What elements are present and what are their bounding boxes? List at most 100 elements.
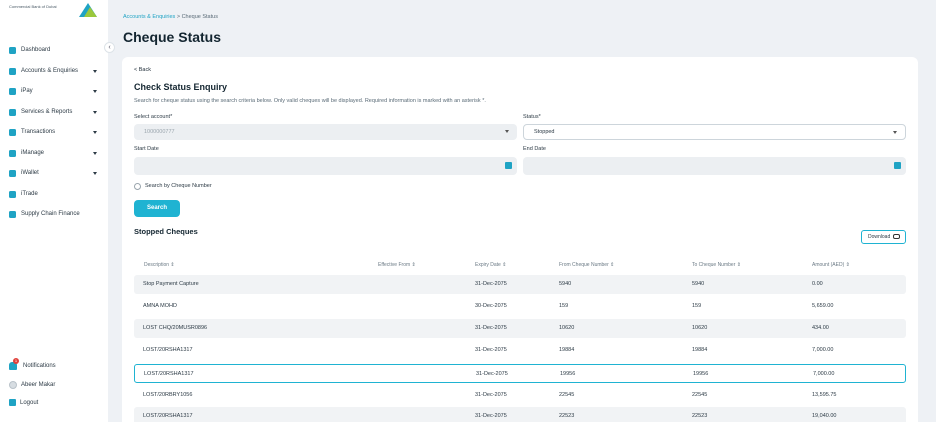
cell-amount: 434.00	[812, 325, 829, 331]
account-select: 1000000777	[134, 124, 517, 140]
sidebar-item-label: Transactions	[21, 129, 56, 135]
search-button[interactable]: Search	[134, 200, 180, 217]
notification-badge: 1	[13, 358, 19, 364]
column-header-effective-from[interactable]: Effective From ⇕	[378, 262, 416, 268]
cell-expiry: 31-Dec-2075	[475, 325, 507, 331]
sidebar-item-itrade[interactable]: iTrade	[9, 187, 99, 201]
sidebar-item-transactions[interactable]: Transactions	[9, 125, 99, 139]
back-link[interactable]: < Back	[134, 67, 151, 73]
cell-expiry: 30-Dec-2075	[475, 303, 507, 309]
notifications-label: Notifications	[23, 363, 56, 369]
cell-amount: 19,040.00	[812, 413, 837, 419]
itrade-icon	[9, 190, 16, 198]
logo-mark-icon	[79, 3, 97, 17]
page-title: Cheque Status	[123, 29, 222, 45]
cell-from: 19956	[560, 371, 576, 377]
end-date-field[interactable]	[523, 157, 906, 175]
cell-to: 19884	[692, 347, 708, 353]
avatar	[9, 381, 17, 389]
logo-text: Commercial Bank of Dubai	[9, 4, 57, 9]
services-icon	[9, 108, 16, 116]
cell-amount: 7,000.00	[813, 371, 835, 377]
breadcrumb-parent[interactable]: Accounts & Enquiries	[123, 14, 175, 20]
form-title: Check Status Enquiry	[134, 82, 228, 92]
cell-amount: 13,595.75	[812, 392, 837, 398]
cell-description: LOST/20RSHA1317	[144, 371, 194, 377]
chevron-down-icon	[93, 110, 97, 114]
cell-expiry: 31-Dec-2075	[475, 281, 507, 287]
sidebar-item-iwallet[interactable]: iWallet	[9, 166, 99, 180]
cell-to: 10620	[692, 325, 708, 331]
table-row[interactable]: AMNA MOHD 30-Dec-2075 159 159 5,659.00	[134, 297, 906, 316]
user-profile[interactable]: Abeer Makar	[9, 381, 55, 389]
column-header-description[interactable]: Description ⇕	[144, 262, 175, 268]
cell-from: 10620	[559, 325, 575, 331]
table-row[interactable]: Stop Payment Capture 31-Dec-2075 5940 59…	[134, 275, 906, 294]
cell-description: AMNA MOHD	[143, 303, 177, 309]
transactions-icon	[9, 128, 16, 136]
cell-description: LOST CHQ/20MUSR0896	[143, 325, 208, 331]
cell-amount: 7,000.00	[812, 347, 834, 353]
cell-from: 22545	[559, 392, 575, 398]
table-row[interactable]: LOST/20RSHA1317 31-Dec-2075 19956 19956 …	[134, 364, 906, 383]
sidebar-collapse-button[interactable]: ‹	[104, 42, 115, 53]
sidebar-item-accounts[interactable]: Accounts & Enquiries	[9, 64, 99, 78]
sidebar-item-imanage[interactable]: iManage	[9, 146, 99, 160]
logout-label: Logout	[20, 399, 39, 406]
logout-link[interactable]: Logout	[9, 399, 38, 406]
cheque-number-checkbox-label: Search by Cheque Number	[145, 183, 212, 189]
table-row[interactable]: LOST/20RBRY1056 31-Dec-2075 22545 22545 …	[134, 386, 906, 405]
cell-to: 19956	[693, 371, 709, 377]
cell-description: LOST/20RSHA1317	[143, 413, 193, 419]
status-label: Status*	[523, 114, 541, 120]
cheque-number-checkbox[interactable]	[134, 183, 141, 190]
sidebar-item-label: iManage	[21, 150, 45, 156]
cell-from: 22523	[559, 413, 575, 419]
column-header-from-cheque[interactable]: From Cheque Number ⇕	[559, 262, 614, 268]
start-date-label: Start Date	[134, 146, 159, 152]
cell-from: 5940	[559, 281, 572, 287]
column-header-to-cheque[interactable]: To Cheque Number ⇕	[692, 262, 741, 268]
calendar-icon[interactable]	[505, 162, 512, 169]
sidebar-item-dashboard[interactable]: Dashboard	[9, 43, 99, 57]
sidebar-item-ipay[interactable]: iPay	[9, 84, 99, 98]
sidebar-item-label: iTrade	[21, 191, 38, 197]
sidebar-item-label: Supply Chain Finance	[21, 211, 80, 217]
cell-to: 22523	[692, 413, 708, 419]
cell-description: LOST/20RSHA1317	[143, 347, 193, 353]
table-row[interactable]: LOST CHQ/20MUSR0896 31-Dec-2075 10620 10…	[134, 319, 906, 338]
notifications-link[interactable]: 1 Notifications	[9, 358, 56, 370]
bank-logo[interactable]: Commercial Bank of Dubai	[9, 3, 97, 19]
cell-to: 22545	[692, 392, 708, 398]
sidebar-item-label: iWallet	[21, 170, 39, 176]
cell-from: 19884	[559, 347, 575, 353]
account-value: 1000000777	[144, 129, 175, 135]
cell-to: 5940	[692, 281, 705, 287]
cell-description: LOST/20RBRY1056	[143, 392, 193, 398]
cell-expiry: 31-Dec-2075	[475, 392, 507, 398]
download-icon	[893, 234, 900, 239]
status-select[interactable]: Stopped	[523, 124, 906, 140]
chevron-down-icon	[93, 89, 97, 93]
ipay-icon	[9, 87, 16, 95]
accounts-icon	[9, 67, 16, 75]
cell-expiry: 31-Dec-2075	[475, 347, 507, 353]
chevron-down-icon	[93, 151, 97, 155]
table-row[interactable]: LOST/20RSHA1317 31-Dec-2075 19884 19884 …	[134, 341, 906, 360]
download-button[interactable]: Download	[861, 230, 906, 244]
sidebar-item-supply-chain[interactable]: Supply Chain Finance	[9, 207, 99, 221]
calendar-icon[interactable]	[894, 162, 901, 169]
sidebar: Commercial Bank of Dubai Dashboard Accou…	[0, 0, 108, 422]
column-header-amount[interactable]: Amount (AED) ⇕	[812, 262, 850, 268]
start-date-field[interactable]	[134, 157, 517, 175]
end-date-label: End Date	[523, 146, 546, 152]
cell-expiry: 31-Dec-2075	[476, 371, 508, 377]
chevron-down-icon	[93, 171, 97, 175]
table-row[interactable]: LOST/20RSHA1317 31-Dec-2075 22523 22523 …	[134, 407, 906, 422]
chevron-down-icon	[93, 69, 97, 73]
download-label: Download	[868, 234, 891, 240]
logout-icon	[9, 399, 16, 406]
cell-description: Stop Payment Capture	[143, 281, 199, 287]
sidebar-item-services[interactable]: Services & Reports	[9, 105, 99, 119]
column-header-expiry-date[interactable]: Expiry Date ⇕	[475, 262, 506, 268]
